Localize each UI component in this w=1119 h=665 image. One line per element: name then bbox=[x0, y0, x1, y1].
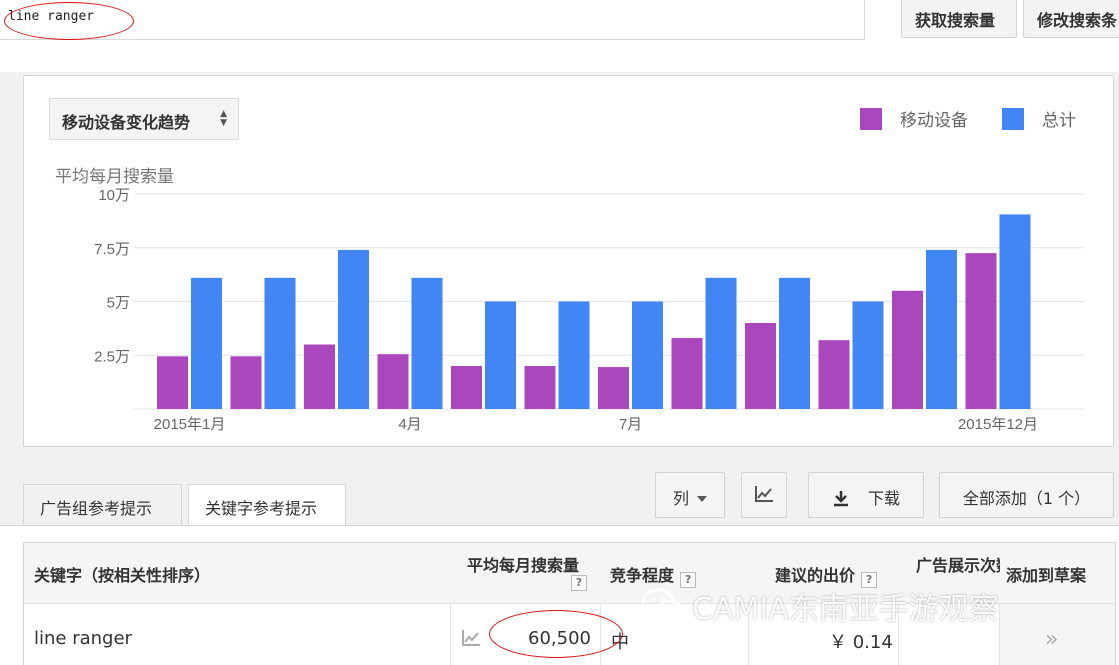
y-tick-label: 10万 bbox=[98, 187, 130, 204]
header-ad-impression-share[interactable]: 广告展示次数份额 bbox=[916, 552, 1000, 576]
tab-keyword-ideas[interactable]: 关键字参考提示 bbox=[188, 484, 346, 527]
bar-total[interactable] bbox=[191, 277, 222, 409]
bar-mobile[interactable] bbox=[671, 338, 703, 409]
bar-total[interactable] bbox=[926, 249, 957, 409]
tab-adgroup-ideas[interactable]: 广告组参考提示 bbox=[23, 484, 182, 526]
bar-total[interactable] bbox=[558, 301, 590, 410]
legend-swatch-mobile bbox=[860, 108, 882, 130]
y-tick-label: 2.5万 bbox=[94, 348, 130, 365]
bar-mobile[interactable] bbox=[745, 323, 776, 409]
bar-mobile[interactable] bbox=[304, 344, 335, 410]
bar-total[interactable] bbox=[705, 277, 737, 409]
download-icon bbox=[833, 491, 848, 507]
columns-label: 列 bbox=[672, 489, 689, 508]
download-label: 下载 bbox=[867, 489, 900, 508]
bar-mobile[interactable] bbox=[524, 366, 556, 409]
chart-toggle-button[interactable] bbox=[741, 472, 787, 518]
bar-mobile[interactable] bbox=[230, 356, 262, 409]
legend-swatch-total bbox=[1002, 108, 1024, 130]
bar-total[interactable] bbox=[485, 301, 516, 410]
bar-total[interactable] bbox=[338, 249, 369, 409]
bar-mobile[interactable] bbox=[377, 354, 409, 409]
download-button[interactable]: 下载 bbox=[808, 472, 924, 518]
x-tick-label: 2015年1月 bbox=[154, 416, 226, 433]
column-divider bbox=[450, 604, 451, 665]
bar-total[interactable] bbox=[852, 301, 884, 410]
header-competition-label: 竞争程度 bbox=[610, 566, 675, 585]
row-keyword: line ranger bbox=[34, 628, 132, 649]
bar-total[interactable] bbox=[632, 301, 663, 410]
sort-arrows-icon: ▲ ▼ bbox=[220, 109, 227, 128]
bar-total[interactable] bbox=[411, 277, 443, 409]
bar-total[interactable] bbox=[264, 277, 296, 409]
legend-item-total: 总计 bbox=[1002, 106, 1076, 131]
bar-mobile[interactable] bbox=[157, 356, 188, 409]
legend-item-mobile: 移动设备 bbox=[860, 106, 968, 131]
modify-search-button[interactable]: 修改搜索条 bbox=[1023, 0, 1119, 38]
chart-y-axis-title: 平均每月搜索量 bbox=[55, 167, 174, 187]
query-highlight-annotation bbox=[4, 2, 134, 40]
bar-mobile[interactable] bbox=[818, 340, 850, 409]
wechat-icon bbox=[641, 588, 685, 623]
header-add-to-draft: 添加到草案 bbox=[1006, 566, 1087, 585]
x-tick-label: 4月 bbox=[398, 416, 421, 433]
add-to-draft-arrow-icon[interactable]: » bbox=[1045, 627, 1058, 652]
bar-total[interactable] bbox=[779, 277, 810, 409]
trend-type-select-label: 移动设备变化趋势 bbox=[62, 113, 191, 132]
get-search-volume-button[interactable]: 获取搜索量 bbox=[901, 0, 1017, 38]
add-all-button[interactable]: 全部添加（1 个） bbox=[939, 472, 1114, 518]
help-icon-avg-monthly[interactable]: ? bbox=[571, 575, 587, 591]
y-tick-label: 5万 bbox=[107, 295, 130, 312]
y-tick-label: 7.5万 bbox=[94, 241, 130, 258]
line-chart-icon bbox=[755, 486, 773, 502]
bar-mobile[interactable] bbox=[892, 290, 923, 409]
chevron-down-icon bbox=[697, 496, 707, 502]
bar-mobile[interactable] bbox=[965, 253, 997, 409]
bar-mobile[interactable] bbox=[451, 366, 482, 409]
watermark-text: CAMIA东南亚手游观察 bbox=[692, 592, 999, 627]
legend-label-total: 总计 bbox=[1042, 111, 1076, 131]
header-keyword[interactable]: 关键字（按相关性排序） bbox=[34, 562, 210, 586]
header-avg-monthly-searches[interactable]: 平均每月搜索量 bbox=[467, 552, 579, 576]
bar-total[interactable] bbox=[999, 214, 1031, 409]
watermark: CAMIA东南亚手游观察 bbox=[640, 584, 999, 630]
legend-label-mobile: 移动设备 bbox=[900, 111, 968, 131]
header-suggested-bid-label: 建议的出价 bbox=[775, 566, 856, 585]
columns-dropdown-button[interactable]: 列 bbox=[655, 472, 725, 518]
volume-highlight-annotation bbox=[489, 610, 623, 658]
bar-mobile[interactable] bbox=[598, 367, 629, 409]
x-tick-label: 7月 bbox=[619, 416, 642, 433]
row-trend-icon[interactable] bbox=[461, 629, 481, 647]
row-suggested-bid: ￥ 0.14 bbox=[829, 632, 893, 653]
trend-type-select[interactable]: 移动设备变化趋势 ▲ ▼ bbox=[49, 98, 239, 140]
x-tick-label: 2015年12月 bbox=[958, 416, 1038, 433]
search-bar-area: line ranger 获取搜索量 修改搜索条 bbox=[0, 0, 1119, 72]
trend-chart-panel: 2.5万 5万 7.5万 10万 2015年1月 4月 7月 2015年12月 移动设备变化趋… bbox=[23, 75, 1114, 447]
